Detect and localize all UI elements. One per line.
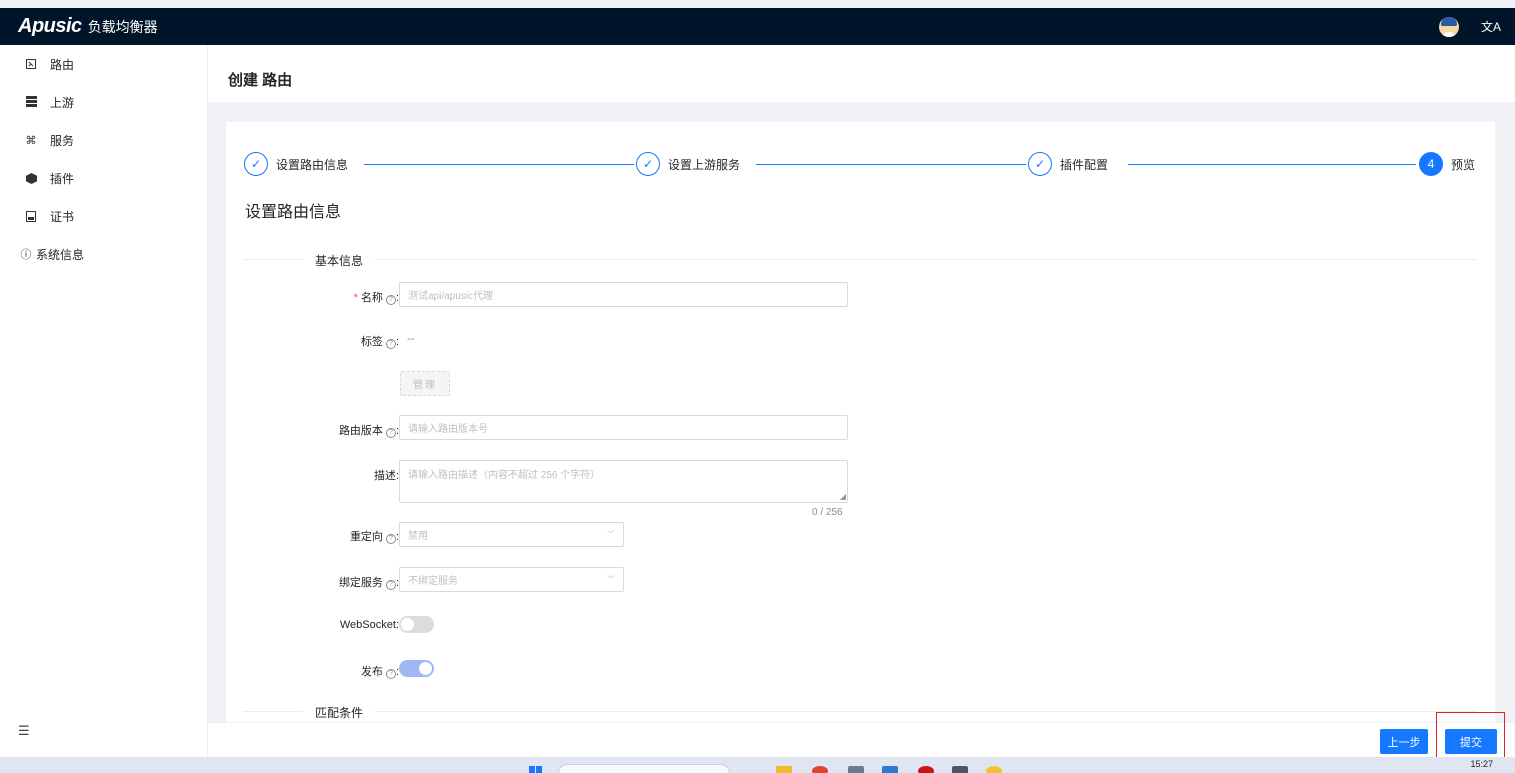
plugin-icon bbox=[25, 172, 37, 184]
help-icon: ? bbox=[385, 580, 396, 590]
user-avatar[interactable] bbox=[1438, 16, 1459, 37]
match-conditions-divider: 匹配条件 bbox=[303, 704, 376, 721]
sidebar-item-label: 证书 bbox=[50, 209, 75, 224]
sidebar-item-label: 服务 bbox=[50, 133, 75, 148]
version-label: 路由版本?: bbox=[338, 425, 399, 438]
service-icon: ⌘ bbox=[25, 134, 37, 147]
resize-handle-icon[interactable]: ◢ bbox=[840, 492, 846, 501]
step-label: 设置上游服务 bbox=[668, 157, 741, 172]
step-label: 插件配置 bbox=[1060, 157, 1109, 172]
step-connector bbox=[1128, 164, 1416, 165]
menu-collapse-icon[interactable]: ☰ bbox=[18, 723, 30, 739]
chrome-icon[interactable] bbox=[812, 766, 828, 773]
highlight-box bbox=[1436, 712, 1505, 763]
labels-label: 标签?: bbox=[360, 336, 399, 349]
step-connector bbox=[756, 164, 1026, 165]
taskbar-clock: 15:27 bbox=[1470, 759, 1493, 769]
check-icon: ✓ bbox=[244, 152, 268, 176]
info-icon: ⓘ bbox=[20, 249, 32, 261]
help-icon: ? bbox=[385, 339, 396, 349]
sidebar-item-label: 上游 bbox=[50, 95, 75, 110]
terminal-icon[interactable] bbox=[952, 766, 968, 773]
server-icon bbox=[25, 96, 37, 108]
previous-step-button[interactable]: 上一步 bbox=[1380, 729, 1428, 754]
step-upstream[interactable]: ✓ 设置上游服务 bbox=[636, 152, 749, 176]
sidebar-item-plugin[interactable]: 插件 bbox=[0, 159, 207, 197]
step-preview[interactable]: 4 预览 bbox=[1419, 152, 1484, 176]
step-label: 预览 bbox=[1451, 157, 1476, 172]
labels-value: -- bbox=[407, 333, 415, 345]
basic-info-divider: 基本信息 bbox=[303, 252, 376, 269]
publish-switch[interactable] bbox=[399, 660, 434, 677]
step-label: 设置路由信息 bbox=[276, 157, 349, 172]
name-input[interactable]: 测试api/apusic代理 bbox=[399, 282, 848, 307]
redirect-label: 重定向?: bbox=[349, 531, 399, 544]
taskbar-search[interactable] bbox=[558, 764, 730, 773]
sidebar-item-upstream[interactable]: 上游 bbox=[0, 83, 207, 121]
app-logo[interactable]: Apusic 负载均衡器 bbox=[18, 15, 158, 38]
chevron-down-icon: ﹀ bbox=[607, 575, 615, 584]
websocket-label: WebSocket: bbox=[339, 619, 399, 631]
sidebar-item-service[interactable]: ⌘ 服务 bbox=[0, 121, 207, 159]
app-icon[interactable] bbox=[918, 766, 934, 773]
help-icon: ? bbox=[385, 295, 396, 305]
publish-label: 发布?: bbox=[360, 666, 399, 679]
step-route-info[interactable]: ✓ 设置路由信息 bbox=[244, 152, 357, 176]
sidebar-item-system-info[interactable]: ⓘ 系统信息 bbox=[0, 235, 207, 273]
bind-service-label: 绑定服务?: bbox=[338, 577, 399, 590]
description-counter: 0 / 256 bbox=[812, 507, 843, 518]
description-label: 描述: bbox=[373, 470, 399, 482]
footer-bar bbox=[208, 722, 1515, 757]
sidebar-item-label: 路由 bbox=[50, 57, 75, 72]
websocket-switch[interactable] bbox=[399, 616, 434, 633]
section-title: 设置路由信息 bbox=[245, 204, 342, 221]
check-icon: ✓ bbox=[1028, 152, 1052, 176]
app-icon[interactable] bbox=[986, 766, 1002, 773]
redirect-select[interactable]: 禁用 ﹀ bbox=[399, 522, 624, 547]
help-icon: ? bbox=[385, 534, 396, 544]
step-plugin-config[interactable]: ✓ 插件配置 bbox=[1028, 152, 1117, 176]
help-icon: ? bbox=[385, 428, 396, 438]
check-icon: ✓ bbox=[636, 152, 660, 176]
sidebar-item-label: 插件 bbox=[50, 171, 75, 186]
language-icon[interactable]: 文A bbox=[1481, 18, 1501, 35]
form-card: ✓ 设置路由信息 ✓ 设置上游服务 ✓ 插件配置 4 预览 设置路由信息 基本信… bbox=[226, 122, 1495, 722]
certificate-icon bbox=[25, 210, 37, 222]
logo-mark: Apusic bbox=[18, 15, 82, 37]
route-icon bbox=[25, 59, 37, 69]
divider bbox=[243, 259, 1477, 260]
folder-icon[interactable] bbox=[776, 766, 792, 773]
page-title: 创建 路由 bbox=[228, 72, 293, 89]
steps: ✓ 设置路由信息 ✓ 设置上游服务 ✓ 插件配置 4 预览 bbox=[244, 152, 1484, 178]
help-icon: ? bbox=[385, 669, 396, 679]
top-header: Apusic 负载均衡器 文A bbox=[0, 8, 1515, 45]
manage-labels-button[interactable]: 管理 bbox=[400, 371, 450, 396]
sidebar-item-route[interactable]: 路由 bbox=[0, 45, 207, 83]
step-number: 4 bbox=[1419, 152, 1443, 176]
divider bbox=[243, 711, 1477, 712]
step-connector bbox=[364, 164, 634, 165]
chevron-down-icon: ﹀ bbox=[607, 530, 615, 539]
page-header: 创建 路由 bbox=[208, 45, 1515, 102]
app-icon[interactable] bbox=[848, 766, 864, 773]
name-label: * 名称?: bbox=[353, 292, 399, 305]
taskbar: 15:27 bbox=[0, 757, 1515, 773]
version-input[interactable]: 请输入路由版本号 bbox=[399, 415, 848, 440]
description-textarea[interactable]: 请输入路由描述（内容不超过 256 个字符） ◢ bbox=[399, 460, 848, 503]
vscode-icon[interactable] bbox=[882, 766, 898, 773]
sidebar-item-certificate[interactable]: 证书 bbox=[0, 197, 207, 235]
sidebar-item-label: 系统信息 bbox=[36, 247, 85, 262]
app-title: 负载均衡器 bbox=[87, 19, 158, 35]
sidebar: 路由 上游 ⌘ 服务 插件 证书 ⓘ 系统信息 ☰ bbox=[0, 45, 208, 757]
windows-start-icon[interactable] bbox=[529, 766, 543, 773]
bind-service-select[interactable]: 不绑定服务 ﹀ bbox=[399, 567, 624, 592]
